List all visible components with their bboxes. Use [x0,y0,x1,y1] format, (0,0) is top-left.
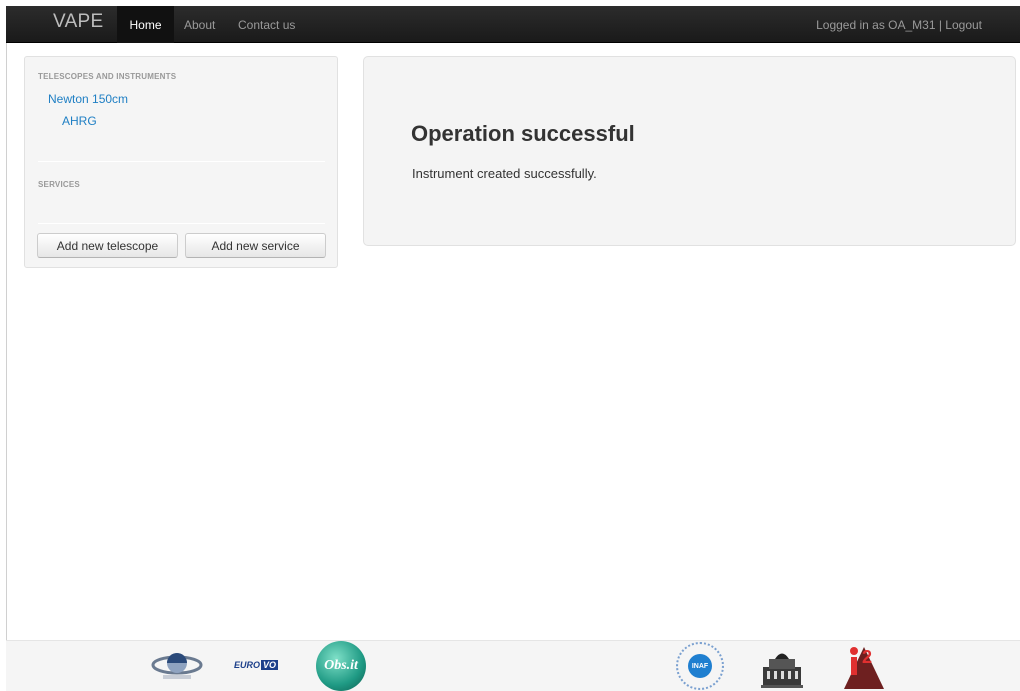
services-header: SERVICES [38,180,80,189]
page-title: Operation successful [411,121,635,146]
telescopes-header: TELESCOPES AND INSTRUMENTS [38,72,177,81]
ia2-logo: 2 [844,647,884,689]
ia2-text: 2 [862,647,872,667]
nav-home[interactable]: Home [117,6,174,43]
euro-vo-logo: EURO VO [234,660,279,670]
add-telescope-button[interactable]: Add new telescope [37,233,178,258]
euro-vo-box: VO [261,660,279,670]
obs-it-logo: Obs.it [316,641,366,691]
sidebar: TELESCOPES AND INSTRUMENTS Newton 150cm … [24,56,338,268]
nav-contact[interactable]: Contact us [238,6,295,43]
sidebar-item-ahrg[interactable]: AHRG [62,114,97,128]
inaf-badge: INAF [688,654,712,678]
user-status-logout[interactable]: Logged in as OA_M31 | Logout [816,6,982,43]
status-message: Instrument created successfully. [412,166,597,181]
globe-logo [151,653,203,679]
euro-vo-text: EURO [234,660,261,670]
add-service-button[interactable]: Add new service [185,233,326,258]
result-panel: Operation successful Instrument created … [363,56,1016,246]
brand-logo[interactable]: VAPE [53,11,103,33]
obs-it-text: Obs.it [324,658,358,673]
nav-about[interactable]: About [184,6,215,43]
observatory-building-logo [761,653,803,688]
footer: EURO VO Obs.it INAF 2 [6,640,1020,691]
navbar: VAPE Home About Contact us Logged in as … [6,6,1020,43]
inaf-logo: INAF [676,642,724,690]
divider [38,161,325,162]
sidebar-item-newton[interactable]: Newton 150cm [48,92,128,106]
divider [38,223,325,224]
